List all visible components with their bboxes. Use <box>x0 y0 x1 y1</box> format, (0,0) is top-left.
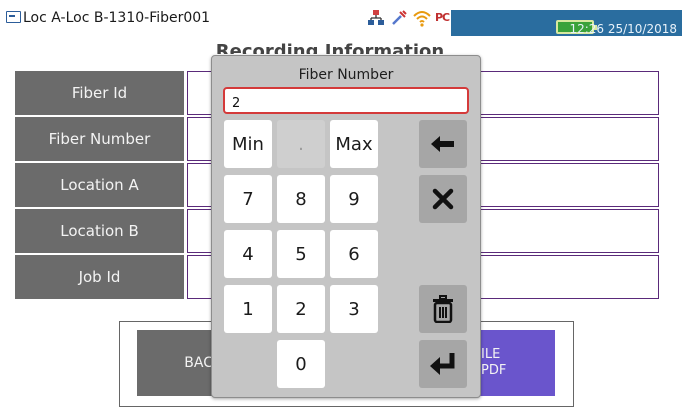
pdf-button-label-line2: PDF <box>481 363 507 378</box>
close-button[interactable] <box>419 175 467 223</box>
clock-panel: 12:26 25/10/2018 <box>451 10 682 36</box>
pdf-button-label-line1: ILE <box>481 347 501 362</box>
field-label-fiber-number: Fiber Number <box>15 117 184 161</box>
digit-1-key[interactable]: 1 <box>224 285 272 333</box>
max-key[interactable]: Max <box>330 120 378 168</box>
digit-0-key[interactable]: 0 <box>277 340 325 388</box>
pdf-file-button[interactable]: ILE PDF <box>469 330 555 396</box>
title-bar: Loc A-Loc B-1310-Fiber001 PC 12:26 25/10… <box>0 0 682 36</box>
trash-icon <box>433 295 453 323</box>
min-key[interactable]: Min <box>224 120 272 168</box>
close-icon <box>432 188 454 210</box>
field-label-fiber-id: Fiber Id <box>15 71 184 115</box>
page-title: Recording Information <box>215 41 445 54</box>
clock: 12:26 25/10/2018 <box>569 22 677 36</box>
backspace-icon <box>431 136 454 152</box>
keypad-title: Fiber Number <box>298 67 394 83</box>
field-label-job-id: Job Id <box>15 255 184 299</box>
network-icon <box>368 10 384 25</box>
digit-5-key[interactable]: 5 <box>277 230 325 278</box>
digit-3-key[interactable]: 3 <box>330 285 378 333</box>
digit-2-key[interactable]: 2 <box>277 285 325 333</box>
enter-icon <box>430 353 455 375</box>
wifi-icon <box>413 11 431 27</box>
decimal-key: . <box>277 120 325 168</box>
digit-7-key[interactable]: 7 <box>224 175 272 223</box>
field-label-location-b: Location B <box>15 209 184 253</box>
digit-6-key[interactable]: 6 <box>330 230 378 278</box>
pc-link-icon: PC <box>435 11 450 24</box>
digit-9-key[interactable]: 9 <box>330 175 378 223</box>
clear-button[interactable] <box>419 285 467 333</box>
field-label-location-a: Location A <box>15 163 184 207</box>
window-title: Loc A-Loc B-1310-Fiber001 <box>23 10 211 26</box>
tool-icon <box>392 10 407 25</box>
status-area: PC 12:26 25/10/2018 <box>355 0 682 36</box>
digit-4-key[interactable]: 4 <box>224 230 272 278</box>
back-button[interactable]: BAC <box>137 330 217 396</box>
digit-8-key[interactable]: 8 <box>277 175 325 223</box>
window-icon <box>6 11 21 23</box>
keypad-value-input[interactable] <box>223 87 469 114</box>
enter-button[interactable] <box>419 340 467 388</box>
backspace-button[interactable] <box>419 120 467 168</box>
numeric-keypad-dialog: Fiber Number Min . Max 7 8 9 4 5 6 1 2 3… <box>211 55 481 398</box>
